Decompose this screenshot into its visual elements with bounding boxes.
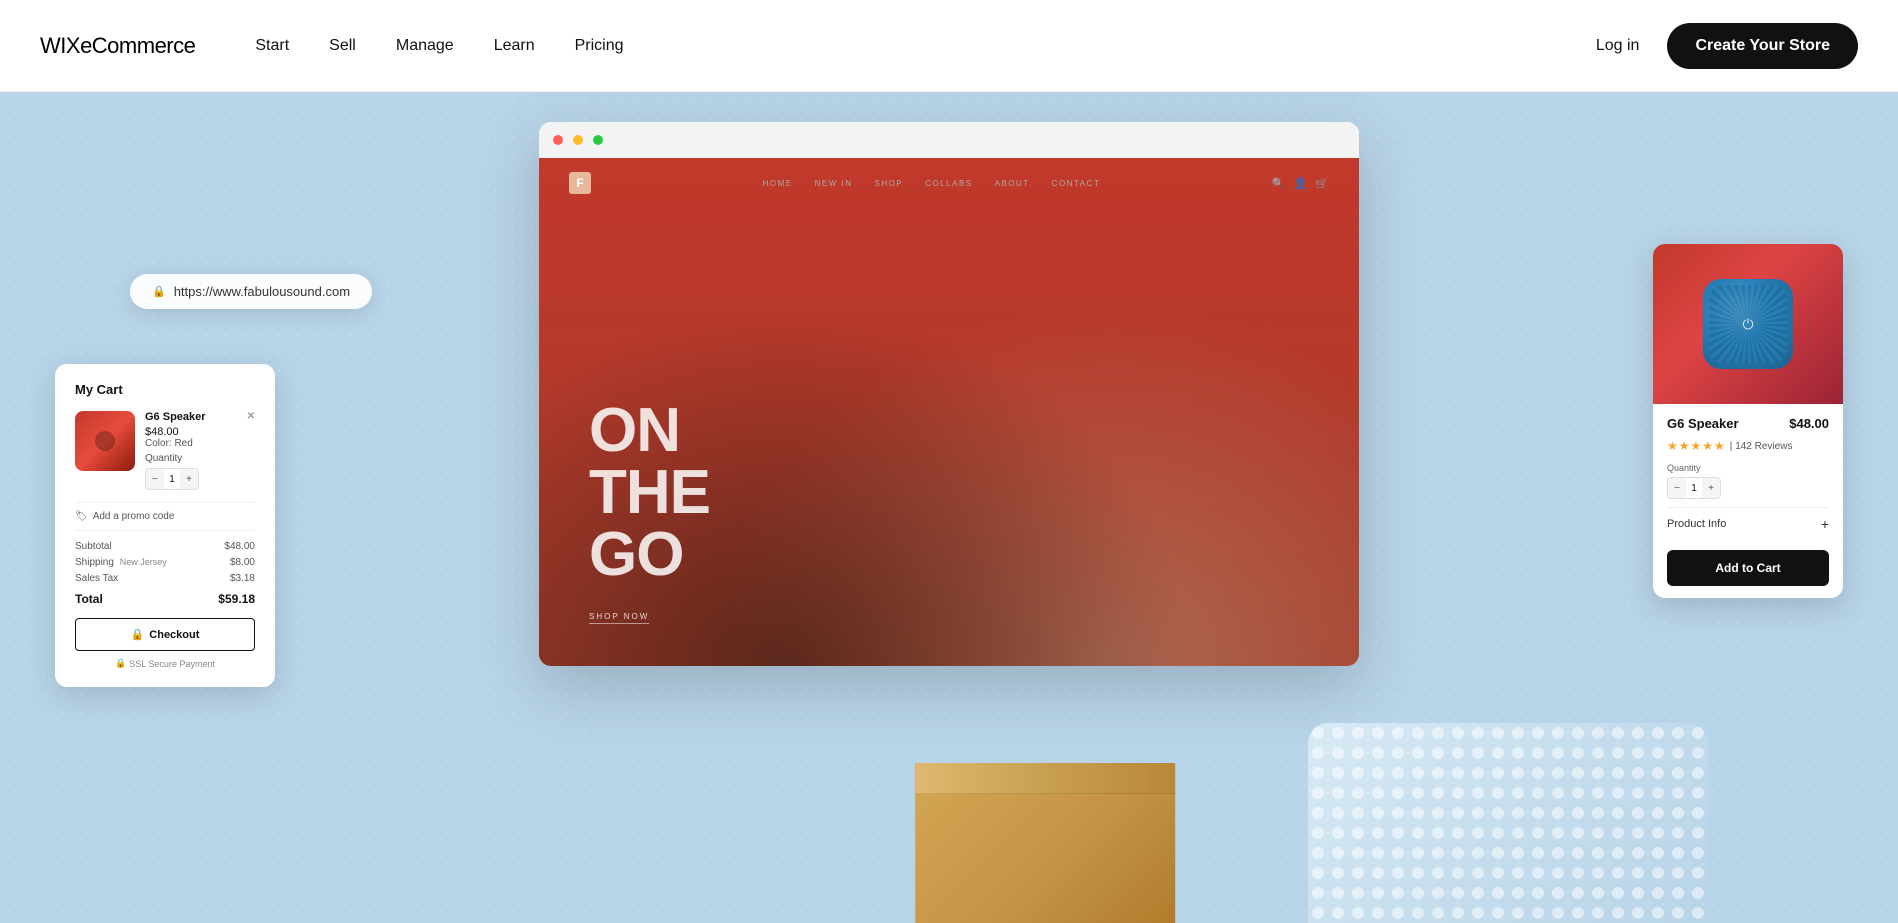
store-nav-about: ABOUT xyxy=(995,179,1030,188)
nav-pricing[interactable]: Pricing xyxy=(575,37,624,55)
cart-subtotal-row: Subtotal $48.00 xyxy=(75,541,255,552)
hero-headline: ON THE GO xyxy=(589,400,710,586)
cart-tax-row: Sales Tax $3.18 xyxy=(75,573,255,584)
ssl-text: SSL Secure Payment xyxy=(129,659,215,669)
store-nav-links: HOME NEW IN SHOP COLLABS ABOUT CONTACT xyxy=(763,179,1101,188)
monitor-wrap: F HOME NEW IN SHOP COLLABS ABOUT CONTACT… xyxy=(539,122,1359,666)
nav-links: Start Sell Manage Learn Pricing xyxy=(255,37,1595,55)
product-card-body: G6 Speaker $48.00 ★★★★★ | 142 Reviews Qu… xyxy=(1653,404,1843,598)
cart-item-price: $48.00 xyxy=(145,426,255,438)
total-value: $59.18 xyxy=(218,592,255,606)
browser-bar xyxy=(539,122,1359,158)
navbar: WIXeCommerce Start Sell Manage Learn Pri… xyxy=(0,0,1898,92)
browser-dot-close xyxy=(553,135,563,145)
shipping-note: New Jersey xyxy=(120,557,167,567)
checkout-label: Checkout xyxy=(149,629,199,641)
shipping-label: Shipping New Jersey xyxy=(75,557,167,568)
store-nav: F HOME NEW IN SHOP COLLABS ABOUT CONTACT… xyxy=(539,158,1359,208)
product-info-expand-icon[interactable]: + xyxy=(1821,516,1829,532)
cart-item-image xyxy=(75,411,135,471)
stars: ★★★★★ xyxy=(1667,439,1726,453)
hero-section: 🔒 https://www.fabulousound.com F HOME NE… xyxy=(0,92,1898,923)
cart-item-color: Color: Red xyxy=(145,438,255,449)
store-nav-home: HOME xyxy=(763,179,793,188)
tax-label: Sales Tax xyxy=(75,573,118,584)
tag-icon: 🏷 xyxy=(75,511,88,522)
store-logo: F xyxy=(569,172,591,194)
store-nav-contact: CONTACT xyxy=(1052,179,1101,188)
cart-icon: 🛒 xyxy=(1315,177,1329,190)
url-text: https://www.fabulousound.com xyxy=(174,284,350,299)
ssl-lock-icon: 🔒 xyxy=(115,658,126,669)
speaker-image xyxy=(1703,279,1793,369)
cart-item-remove[interactable]: ✕ xyxy=(247,411,255,422)
product-qty-increase[interactable]: + xyxy=(1702,477,1720,499)
qty-decrease[interactable]: − xyxy=(146,468,164,490)
product-qty-section: Quantity − 1 + xyxy=(1667,463,1829,499)
product-name-price-row: G6 Speaker $48.00 xyxy=(1667,416,1829,431)
url-bar: 🔒 https://www.fabulousound.com xyxy=(130,274,372,309)
checkout-button[interactable]: 🔒 Checkout xyxy=(75,618,255,651)
hero-line1: ON xyxy=(589,400,710,462)
cardboard-box xyxy=(915,763,1175,923)
cart-item-qty-label: Quantity xyxy=(145,453,255,464)
store-nav-icons: 🔍 👤 🛒 xyxy=(1272,177,1329,190)
product-name: G6 Speaker xyxy=(1667,416,1739,431)
nav-sell[interactable]: Sell xyxy=(329,37,356,55)
product-info-label: Product Info xyxy=(1667,518,1726,530)
product-qty-decrease[interactable]: − xyxy=(1668,477,1686,499)
ssl-note: 🔒 SSL Secure Payment xyxy=(75,658,255,669)
tax-value: $3.18 xyxy=(230,573,255,584)
cart-item: G6 Speaker ✕ $48.00 Color: Red Quantity … xyxy=(75,411,255,490)
cart-item-details: G6 Speaker ✕ $48.00 Color: Red Quantity … xyxy=(145,411,255,490)
nav-start[interactable]: Start xyxy=(255,37,289,55)
browser-dot-minimize xyxy=(573,135,583,145)
promo-label: Add a promo code xyxy=(93,511,175,522)
qty-value: 1 xyxy=(164,474,180,485)
lock-icon: 🔒 xyxy=(152,285,166,298)
store-nav-newin: NEW IN xyxy=(815,179,853,188)
hero-line3: GO xyxy=(589,524,710,586)
product-qty-control: − 1 + xyxy=(1667,477,1721,499)
nav-right: Log in Create Your Store xyxy=(1596,23,1858,69)
nav-learn[interactable]: Learn xyxy=(494,37,535,55)
bubble-wrap xyxy=(1308,723,1708,923)
cart-title: My Cart xyxy=(75,382,255,397)
browser-window: F HOME NEW IN SHOP COLLABS ABOUT CONTACT… xyxy=(539,122,1359,666)
cart-item-name-text: G6 Speaker xyxy=(145,411,206,423)
add-to-cart-button[interactable]: Add to Cart xyxy=(1667,550,1829,586)
stars-row: ★★★★★ | 142 Reviews xyxy=(1667,439,1829,453)
product-qty-value: 1 xyxy=(1686,483,1702,494)
cart-shipping-row: Shipping New Jersey $8.00 xyxy=(75,557,255,568)
subtotal-label: Subtotal xyxy=(75,541,112,552)
shop-now-button[interactable]: SHOP NOW xyxy=(589,612,649,624)
login-link[interactable]: Log in xyxy=(1596,37,1640,55)
cart-total-row: Total $59.18 xyxy=(75,592,255,606)
shipping-value: $8.00 xyxy=(230,557,255,568)
store-nav-collabs: COLLABS xyxy=(925,179,972,188)
cart-widget: My Cart G6 Speaker ✕ $48.00 Color: Red Q… xyxy=(55,364,275,687)
reviews-count: | 142 Reviews xyxy=(1730,441,1793,452)
cart-item-name-row: G6 Speaker ✕ xyxy=(145,411,255,423)
nav-manage[interactable]: Manage xyxy=(396,37,454,55)
qty-increase[interactable]: + xyxy=(180,468,198,490)
cart-qty-control: − 1 + xyxy=(145,468,199,490)
create-store-button[interactable]: Create Your Store xyxy=(1667,23,1858,69)
product-card: G6 Speaker $48.00 ★★★★★ | 142 Reviews Qu… xyxy=(1653,244,1843,598)
product-price: $48.00 xyxy=(1789,416,1829,431)
lock-icon: 🔒 xyxy=(131,628,145,641)
product-info-row: Product Info + xyxy=(1667,507,1829,540)
search-icon: 🔍 xyxy=(1272,177,1286,190)
promo-row[interactable]: 🏷 Add a promo code xyxy=(75,502,255,531)
product-card-image xyxy=(1653,244,1843,404)
total-label: Total xyxy=(75,592,103,606)
user-icon: 👤 xyxy=(1294,177,1308,190)
subtotal-value: $48.00 xyxy=(224,541,255,552)
store-hero-content: F HOME NEW IN SHOP COLLABS ABOUT CONTACT… xyxy=(539,158,1359,666)
site-logo[interactable]: WIXeCommerce xyxy=(40,33,195,59)
hero-line2: THE xyxy=(589,462,710,524)
store-nav-shop: SHOP xyxy=(875,179,904,188)
browser-dot-maximize xyxy=(593,135,603,145)
product-qty-label: Quantity xyxy=(1667,463,1829,473)
